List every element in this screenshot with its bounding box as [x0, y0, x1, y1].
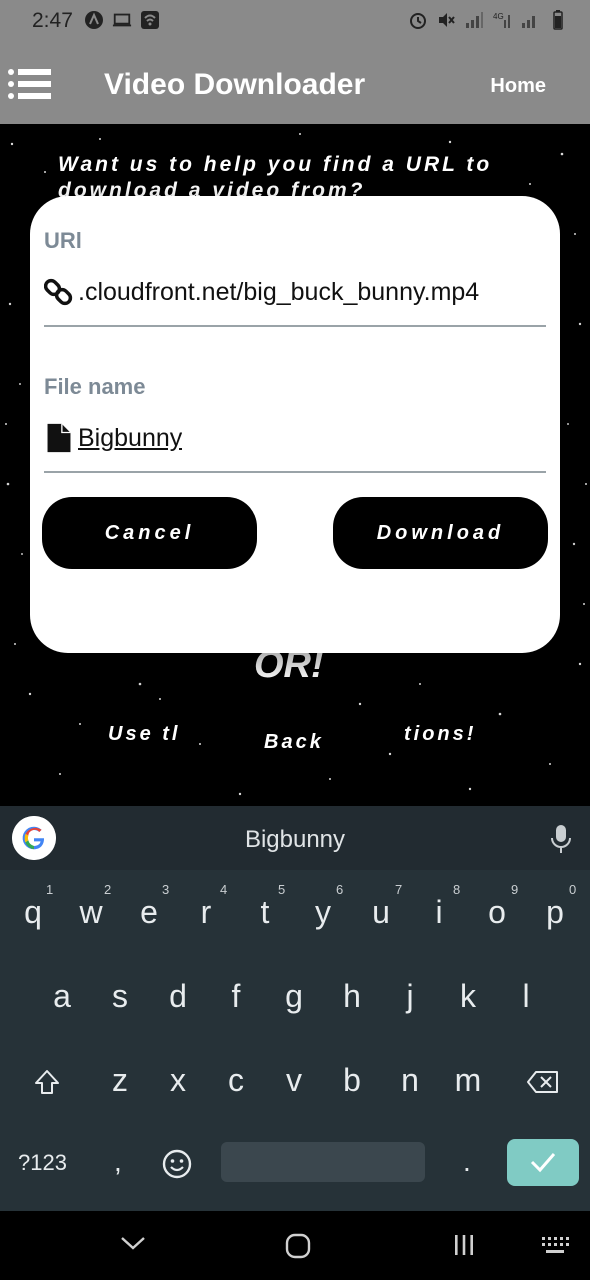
- wifi-icon: [141, 11, 159, 29]
- cancel-button[interactable]: Cancel: [42, 497, 257, 569]
- key-u[interactable]: u: [352, 894, 410, 931]
- key-g[interactable]: g: [265, 978, 323, 1015]
- status-right-icons: 4G: [408, 10, 568, 30]
- svg-text:4G: 4G: [493, 12, 504, 21]
- filename-field[interactable]: Bigbunny: [44, 418, 546, 458]
- key-period[interactable]: .: [463, 1146, 471, 1178]
- signal-icon-2: [522, 16, 535, 28]
- file-icon: [47, 423, 71, 453]
- shift-icon[interactable]: [33, 1068, 61, 1096]
- key-w[interactable]: w: [62, 894, 120, 931]
- home-circle-icon[interactable]: [285, 1233, 311, 1259]
- url-label: URl: [44, 228, 82, 253]
- keyboard: Bigbunny q w e r t y u i o p 1 2 3 4 5 6…: [0, 806, 590, 1211]
- enter-key[interactable]: [507, 1139, 579, 1186]
- key-f[interactable]: f: [207, 978, 265, 1015]
- key-x[interactable]: x: [149, 1062, 207, 1099]
- download-button[interactable]: Download: [333, 497, 548, 569]
- key-r[interactable]: r: [177, 894, 235, 931]
- key-c[interactable]: c: [207, 1062, 265, 1099]
- key-b[interactable]: b: [323, 1062, 381, 1099]
- url-value: .cloudfront.net/big_buck_bunny.mp4: [78, 277, 480, 306]
- suggestion-bar: Bigbunny: [0, 806, 590, 870]
- 4g-signal-icon: 4G: [493, 12, 510, 28]
- key-k[interactable]: k: [439, 978, 497, 1015]
- url-underline: [44, 325, 546, 327]
- key-p[interactable]: p: [526, 894, 584, 931]
- key-s[interactable]: s: [91, 978, 149, 1015]
- key-i[interactable]: i: [410, 894, 468, 931]
- home-link[interactable]: Home: [490, 75, 546, 98]
- key-y[interactable]: y: [294, 894, 352, 931]
- filename-underline: [44, 471, 546, 473]
- signal-icon: [466, 12, 483, 28]
- key-z[interactable]: z: [91, 1062, 149, 1099]
- key-hint-5: 5: [278, 882, 286, 897]
- key-symbols[interactable]: ?123: [18, 1150, 67, 1176]
- key-n[interactable]: n: [381, 1062, 439, 1099]
- key-d[interactable]: d: [149, 978, 207, 1015]
- key-hint-7: 7: [395, 882, 403, 897]
- key-m[interactable]: m: [439, 1062, 497, 1099]
- status-time: 2:47: [32, 9, 73, 32]
- backspace-icon[interactable]: [526, 1069, 560, 1095]
- background-tions-text: tions!: [404, 723, 477, 745]
- microphone-icon[interactable]: [550, 824, 572, 854]
- background-back-button[interactable]: Back: [264, 731, 324, 754]
- key-hint-9: 9: [511, 882, 519, 897]
- url-field[interactable]: .cloudfront.net/big_buck_bunny.mp4: [44, 272, 546, 312]
- filename-label: File name: [44, 374, 146, 399]
- checkmark-icon: [530, 1153, 556, 1173]
- key-a[interactable]: a: [33, 978, 91, 1015]
- key-hint-4: 4: [220, 882, 228, 897]
- recents-icon[interactable]: [452, 1233, 476, 1257]
- battery-icon: [553, 10, 563, 30]
- key-o[interactable]: o: [468, 894, 526, 931]
- emoji-icon[interactable]: [161, 1148, 193, 1180]
- key-l[interactable]: l: [497, 978, 555, 1015]
- space-key[interactable]: [221, 1142, 425, 1182]
- key-comma[interactable]: ,: [114, 1146, 122, 1178]
- key-q[interactable]: q: [4, 894, 62, 931]
- key-hint-2: 2: [104, 882, 112, 897]
- suggestion-text[interactable]: Bigbunny: [0, 826, 590, 854]
- download-dialog: URl .cloudfront.net/big_buck_bunny.mp4 F…: [30, 196, 560, 653]
- menu-icon[interactable]: [8, 68, 52, 100]
- back-chevron-icon[interactable]: [120, 1235, 146, 1251]
- app-bar: Video Downloader Home: [0, 44, 590, 124]
- status-bar: 2:47 4G: [0, 0, 590, 44]
- key-e[interactable]: e: [120, 894, 178, 931]
- status-left-icons: [84, 10, 160, 30]
- key-t[interactable]: t: [236, 894, 294, 931]
- key-h[interactable]: h: [323, 978, 381, 1015]
- key-hint-0: 0: [569, 882, 577, 897]
- filename-value: Bigbunny: [78, 423, 183, 452]
- laptop-icon: [112, 13, 132, 27]
- key-hint-6: 6: [336, 882, 344, 897]
- alarm-icon: [410, 13, 426, 29]
- key-v[interactable]: v: [265, 1062, 323, 1099]
- mute-icon: [439, 13, 455, 27]
- key-j[interactable]: j: [381, 978, 439, 1015]
- key-hint-8: 8: [453, 882, 461, 897]
- key-hint-1: 1: [46, 882, 54, 897]
- navigation-bar: [0, 1211, 590, 1280]
- keyboard-switch-icon[interactable]: [540, 1235, 570, 1257]
- key-hint-3: 3: [162, 882, 170, 897]
- app-title: Video Downloader: [104, 68, 366, 101]
- android-auto-icon: [85, 11, 103, 29]
- link-icon: [44, 278, 73, 306]
- background-use-text: Use tl: [108, 723, 181, 745]
